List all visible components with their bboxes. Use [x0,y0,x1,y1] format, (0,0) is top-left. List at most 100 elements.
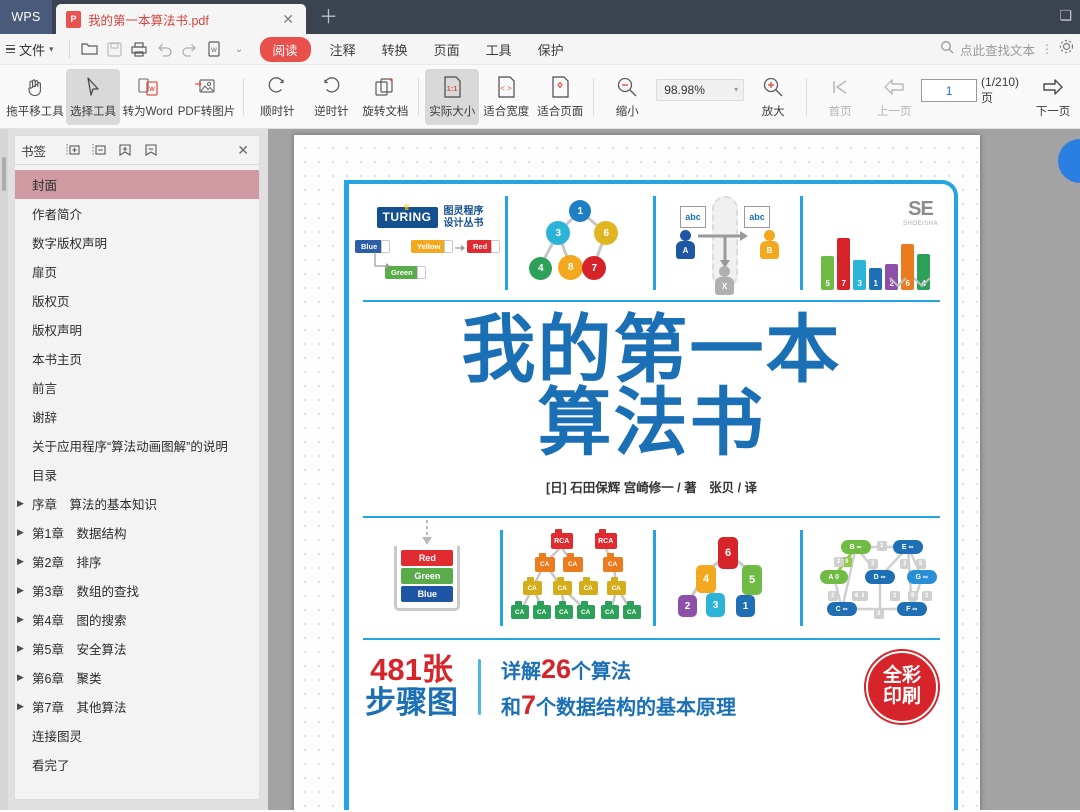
more-dropdown-icon[interactable]: ⌄ [227,37,252,62]
expand-arrow-icon[interactable]: ▶ [17,672,32,683]
divider [69,41,70,58]
ribbon-button-fit-page[interactable]: 适合页面 [533,69,587,125]
expand-all-icon[interactable] [60,143,86,157]
expand-arrow-icon[interactable]: ▶ [17,527,32,538]
svg-text:W: W [211,48,217,54]
bookmark-item[interactable]: ▶序章 算法的基本知识 [15,489,259,518]
ribbon-button-to-word[interactable]: W 转为Word [120,69,175,125]
expand-arrow-icon[interactable]: ▶ [17,643,32,654]
bookmark-item[interactable]: 本书主页 [15,344,259,373]
sidebar-toggle-icon[interactable]: ❏ [1059,7,1072,24]
floating-action-button[interactable] [1058,139,1080,183]
bar-3: 3 [853,260,866,290]
bookmark-item[interactable]: 看完了 [15,750,259,779]
bookmark-label: 作者简介 [32,204,82,223]
menu-bar: 文件 ▾ W ⌄ 阅读 注释 转换 页面 工具 保护 点此查找文本 ⋮ [0,34,1080,65]
brace-divider [478,659,481,715]
ribbon-button-rotate-doc[interactable]: 旋转文档 [358,69,412,125]
bookmark-item[interactable]: ▶第3章 数组的查找 [15,576,259,605]
document-tab[interactable]: P 我的第一本算法书.pdf ✕ [56,4,306,34]
file-menu-label: 文件 [19,40,45,59]
turing-logo: ♛ TURING [377,207,438,228]
publisher-cell: ♛ TURING 图灵程序 设计丛书 Blue Yellow Red [355,192,505,294]
menu-item-protect[interactable]: 保护 [525,40,577,59]
ribbon-button-pdf-to-image[interactable]: PDF转图片 [175,69,237,125]
stack-diagram: RedGreenBlue [355,526,500,630]
print-icon[interactable] [127,37,152,62]
ribbon-button-rotate-ccw[interactable]: 逆时针 [304,69,358,125]
bookmark-item[interactable]: ▶第2章 排序 [15,547,259,576]
bookmark-item[interactable]: ▶第6章 聚类 [15,663,259,692]
graph-node-A: A 0 [820,570,848,584]
menu-item-convert[interactable]: 转换 [369,40,421,59]
bookmark-label: 序章 算法的基本知识 [32,494,157,513]
heap-node-4: 4 [696,565,716,593]
bookmark-item[interactable]: 连接图灵 [15,721,259,750]
bookmark-item[interactable]: ▶第1章 数据结构 [15,518,259,547]
next-page-icon [1041,74,1065,100]
prev-page-icon [882,74,906,100]
menu-item-annotate[interactable]: 注释 [317,40,369,59]
menu-item-tools[interactable]: 工具 [473,40,525,59]
close-icon[interactable]: ✕ [278,11,298,28]
chevron-down-icon[interactable]: ▾ [734,85,738,94]
zoom-combobox[interactable]: 98.98% ▾ [656,79,744,101]
add-bookmark-icon[interactable] [112,143,138,157]
collapse-all-icon[interactable] [86,143,112,157]
bookmark-item[interactable]: 关于应用程序“算法动画图解”的说明 [15,431,259,460]
expand-arrow-icon[interactable]: ▶ [17,498,32,509]
ribbon-button-fit-width[interactable]: < > 适合宽度 [479,69,533,125]
expand-arrow-icon[interactable]: ▶ [17,556,32,567]
bookmark-item[interactable]: ▶第5章 安全算法 [15,634,259,663]
ribbon-button-hand[interactable]: 拖平移工具 [4,69,66,125]
search-icon[interactable] [940,40,954,59]
search-input[interactable]: 点此查找文本 [960,40,1035,59]
panel-resize-handle[interactable] [0,129,8,810]
zoom-in-button[interactable]: 放大 [746,69,800,125]
read-mode-button[interactable]: 阅读 [260,37,311,62]
bookmark-item[interactable]: 版权声明 [15,315,259,344]
new-tab-button[interactable]: ＋ [306,2,351,33]
expand-arrow-icon[interactable]: ▶ [17,585,32,596]
wps-app-button[interactable]: WPS [0,0,52,34]
file-menu[interactable]: 文件 ▾ [2,40,62,59]
bookmark-item[interactable]: 谢辞 [15,402,259,431]
expand-arrow-icon[interactable]: ▶ [17,614,32,625]
zoom-out-button[interactable]: 缩小 [600,69,654,125]
overflow-menu-icon[interactable]: ⋮ [1041,43,1053,55]
banner-line1: 详解26个算法 [501,651,736,687]
remove-bookmark-icon[interactable] [138,143,164,157]
bookmark-item[interactable]: 数字版权声明 [15,228,259,257]
bookmark-item[interactable]: 版权页 [15,286,259,315]
next-page-button[interactable]: 下一页 [1026,69,1080,125]
bookmark-item[interactable]: ▶第4章 图的搜索 [15,605,259,634]
undo-icon[interactable] [152,37,177,62]
page-number-input[interactable]: 1 [921,79,977,102]
save-icon[interactable] [102,37,127,62]
menu-item-page[interactable]: 页面 [421,40,473,59]
pdf-viewer[interactable]: ♛ TURING 图灵程序 设计丛书 Blue Yellow Red [268,129,1080,810]
ribbon-button-actual-size[interactable]: 1:1 实际大小 [425,69,479,125]
graph-node-E: E ∞ [893,540,923,554]
tab-title: 我的第一本算法书.pdf [88,10,271,29]
prev-page-button[interactable]: 上一页 [867,69,921,125]
bookmark-item[interactable]: 作者简介 [15,199,259,228]
bookmark-item[interactable]: 封面 [15,170,259,199]
ribbon-button-rotate-cw[interactable]: 顺时针 [250,69,304,125]
window-controls[interactable]: ❏ [1059,7,1072,24]
ribbon-button-select[interactable]: 选择工具 [66,69,120,125]
prev-page-label: 上一页 [877,103,912,119]
redo-icon[interactable] [177,37,202,62]
expand-arrow-icon[interactable]: ▶ [17,701,32,712]
close-icon[interactable]: ✕ [233,142,253,159]
bookmark-item[interactable]: 扉页 [15,257,259,286]
bookmark-item[interactable]: 前言 [15,373,259,402]
first-page-button[interactable]: 首页 [813,69,867,125]
bookmark-item[interactable]: 目录 [15,460,259,489]
bookmark-item[interactable]: ▶第7章 其他算法 [15,692,259,721]
zoom-control[interactable]: 98.98% ▾ [656,79,744,101]
open-icon[interactable] [77,37,102,62]
hash-node-ca: CA [603,557,623,572]
export-word-icon[interactable]: W [202,37,227,62]
gear-icon[interactable] [1059,39,1074,59]
